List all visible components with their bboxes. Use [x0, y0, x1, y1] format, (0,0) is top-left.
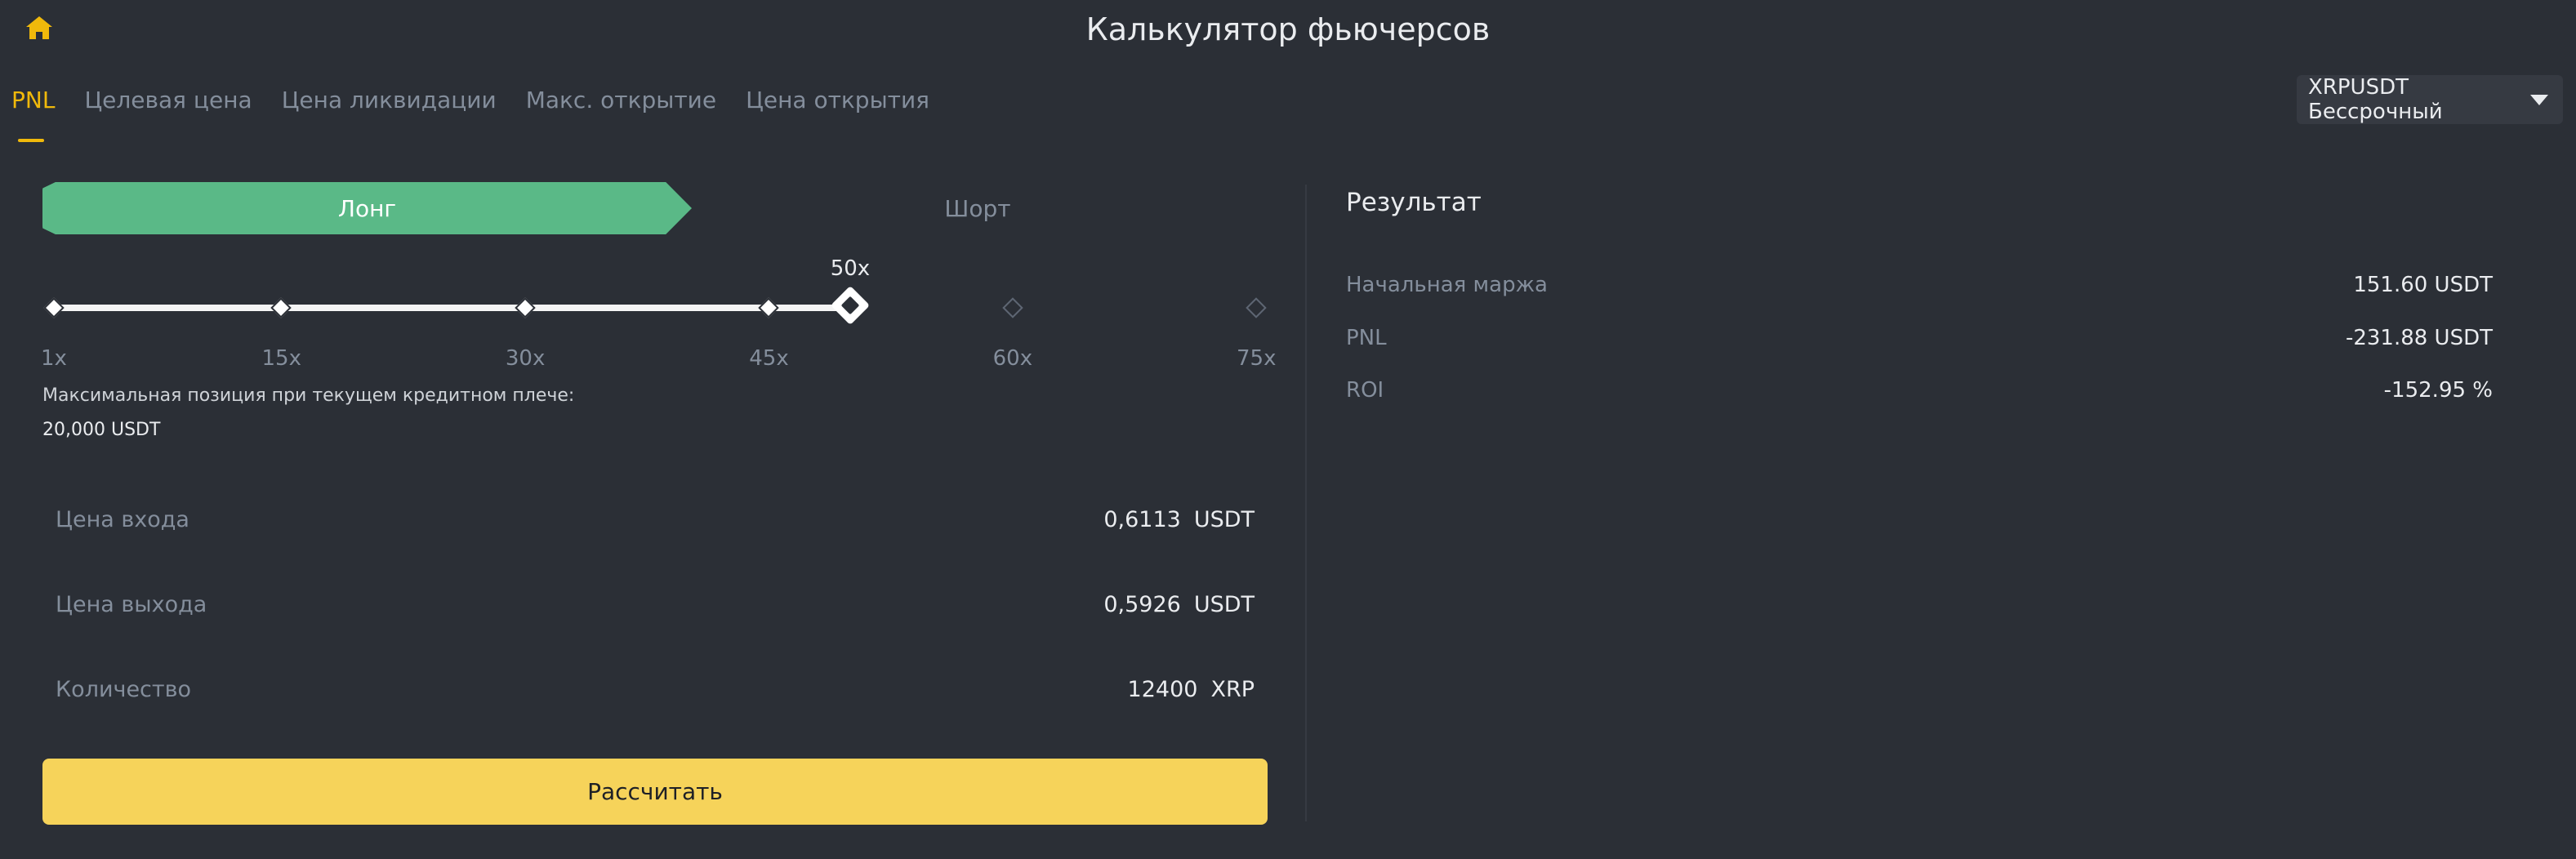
leverage-tick[interactable]: [515, 297, 536, 318]
leverage-tick[interactable]: [43, 297, 65, 318]
max-position-value: 20,000 USDT: [42, 420, 161, 440]
result-label: PNL: [1346, 326, 1387, 350]
leverage-tick-label: 60x: [992, 346, 1033, 371]
quantity-field[interactable]: Количество 12400 XRP: [42, 656, 1268, 722]
result-title: Результат: [1346, 188, 1482, 217]
symbol-select-value: XRPUSDT Бессрочный: [2308, 75, 2443, 124]
leverage-slider-handle[interactable]: [830, 285, 870, 326]
result-value: 151.60 USDT: [2353, 273, 2493, 297]
quantity-label: Количество: [56, 676, 192, 702]
leverage-tick[interactable]: [1246, 297, 1267, 318]
tab-bar: PNL Целевая цена Цена ликвидации Макс. о…: [11, 87, 929, 142]
leverage-tick[interactable]: [758, 297, 779, 318]
leverage-tick-label: 30x: [505, 346, 546, 371]
result-row-pnl: PNL -231.88 USDT: [1346, 326, 2493, 350]
result-row-roi: ROI -152.95 %: [1346, 378, 2493, 403]
tab-open-price[interactable]: Цена открытия: [746, 87, 929, 127]
result-label: ROI: [1346, 378, 1384, 403]
short-button[interactable]: Шорт: [692, 182, 1263, 234]
entry-price-label: Цена входа: [56, 506, 189, 532]
leverage-slider-fill: [54, 305, 850, 311]
leverage-tick-label: 15x: [261, 346, 301, 371]
long-button[interactable]: Лонг: [42, 182, 692, 234]
symbol-select[interactable]: XRPUSDT Бессрочный: [2297, 75, 2563, 124]
entry-price-unit: USDT: [1193, 506, 1255, 532]
calculate-button[interactable]: Рассчитать: [42, 759, 1268, 825]
exit-price-label: Цена выхода: [56, 591, 207, 617]
result-value: -152.95 %: [2383, 378, 2493, 403]
tab-max-open[interactable]: Макс. открытие: [526, 87, 716, 127]
page-title: Калькулятор фьючерсов: [1085, 11, 1491, 47]
leverage-tick-label: 75x: [1237, 346, 1277, 371]
entry-price-value[interactable]: 0,6113: [1103, 507, 1180, 532]
leverage-tick-label: 45x: [749, 346, 789, 371]
quantity-value[interactable]: 12400: [1128, 677, 1198, 702]
panel-divider: [1305, 185, 1307, 821]
tab-target-price[interactable]: Целевая цена: [84, 87, 252, 127]
result-value: -231.88 USDT: [2345, 326, 2493, 350]
leverage-tick[interactable]: [1001, 297, 1023, 318]
tab-pnl[interactable]: PNL: [11, 87, 55, 142]
entry-price-field[interactable]: Цена входа 0,6113 USDT: [42, 487, 1268, 552]
quantity-unit: XRP: [1210, 676, 1255, 702]
tab-liquidation-price[interactable]: Цена ликвидации: [282, 87, 497, 127]
leverage-tick[interactable]: [270, 297, 292, 318]
result-row-initial-margin: Начальная маржа 151.60 USDT: [1346, 273, 2493, 297]
result-label: Начальная маржа: [1346, 273, 1548, 297]
exit-price-field[interactable]: Цена выхода 0,5926 USDT: [42, 572, 1268, 637]
exit-price-unit: USDT: [1193, 591, 1255, 617]
caret-down-icon: [2530, 94, 2548, 105]
exit-price-value[interactable]: 0,5926: [1103, 592, 1180, 617]
max-position-label: Максимальная позиция при текущем кредитн…: [42, 385, 575, 406]
leverage-tick-label: 1x: [41, 346, 67, 371]
leverage-current-label: 50x: [830, 256, 871, 281]
